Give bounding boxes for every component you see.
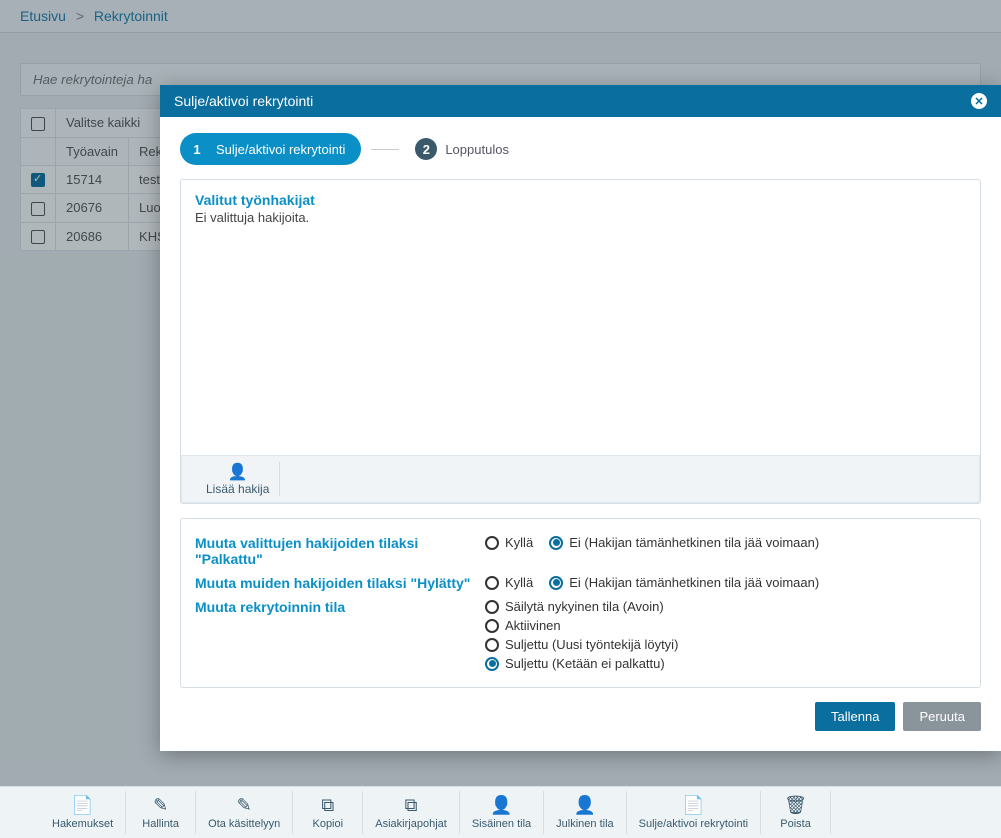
step-label: Sulje/aktivoi rekrytointi xyxy=(216,142,345,157)
internal-icon: 👤 xyxy=(472,795,531,816)
radio-icon xyxy=(549,576,563,590)
radio-icon xyxy=(485,576,499,590)
applicants-heading: Valitut työnhakijat xyxy=(195,192,966,208)
wizard-steps: 1 Sulje/aktivoi rekrytointi 2 Lopputulos xyxy=(180,133,981,165)
radio-icon xyxy=(485,600,499,614)
cancel-button[interactable]: Peruuta xyxy=(903,702,981,731)
edit-icon: ✎ xyxy=(138,795,183,816)
radio-rejected-no[interactable]: Ei (Hakijan tämänhetkinen tila jää voima… xyxy=(549,575,819,590)
step-number: 2 xyxy=(415,138,437,160)
tool-asiakirjapohjat[interactable]: ⧉ Asiakirjapohjat xyxy=(363,791,460,834)
radio-hired-yes[interactable]: Kyllä xyxy=(485,535,533,550)
modal-title: Sulje/aktivoi rekrytointi xyxy=(174,93,313,109)
tool-hallinta[interactable]: ✎ Hallinta xyxy=(126,791,196,834)
step-connector xyxy=(371,149,399,150)
radio-status-closed-found[interactable]: Suljettu (Uusi työntekijä löytyi) xyxy=(485,637,678,652)
tool-ota-kasittelyyn[interactable]: ✎ Ota käsittelyyn xyxy=(196,791,293,834)
radio-status-closed-none[interactable]: Suljettu (Ketään ei palkattu) xyxy=(485,656,678,671)
add-applicant-button[interactable]: 👤 Lisää hakija xyxy=(196,462,280,496)
form-label-rejected: Muuta muiden hakijoiden tilaksi "Hylätty… xyxy=(195,575,485,591)
tool-sisainen-tila[interactable]: 👤 Sisäinen tila xyxy=(460,791,544,834)
radio-status-active[interactable]: Aktiivinen xyxy=(485,618,678,633)
applicants-empty-text: Ei valittuja hakijoita. xyxy=(195,210,966,225)
wizard-step-2[interactable]: 2 Lopputulos xyxy=(409,133,525,165)
step-number: 1 xyxy=(186,138,208,160)
radio-icon xyxy=(549,536,563,550)
close-activate-icon: 📄 xyxy=(639,795,748,816)
tool-sulje-aktivoi[interactable]: 📄 Sulje/aktivoi rekrytointi xyxy=(627,791,761,834)
step-label: Lopputulos xyxy=(445,142,509,157)
public-icon: 👤 xyxy=(556,795,613,816)
radio-icon xyxy=(485,619,499,633)
form-label-hired: Muuta valittujen hakijoiden tilaksi "Pal… xyxy=(195,535,485,567)
form-section: Muuta valittujen hakijoiden tilaksi "Pal… xyxy=(180,518,981,688)
tool-kopioi[interactable]: ⧉ Kopioi xyxy=(293,791,363,834)
delete-icon: 🗑 xyxy=(773,795,818,816)
process-icon: ✎ xyxy=(208,795,280,816)
radio-status-keep[interactable]: Säilytä nykyinen tila (Avoin) xyxy=(485,599,678,614)
close-activate-modal: Sulje/aktivoi rekrytointi ✕ 1 Sulje/akti… xyxy=(160,85,1001,751)
bottom-toolbar: 📄 Hakemukset ✎ Hallinta ✎ Ota käsittelyy… xyxy=(0,786,1001,838)
templates-icon: ⧉ xyxy=(375,795,447,816)
radio-rejected-yes[interactable]: Kyllä xyxy=(485,575,533,590)
radio-icon xyxy=(485,536,499,550)
copy-icon: ⧉ xyxy=(305,795,350,816)
wizard-step-1[interactable]: 1 Sulje/aktivoi rekrytointi xyxy=(180,133,361,165)
add-applicant-label: Lisää hakija xyxy=(206,482,269,496)
close-icon[interactable]: ✕ xyxy=(971,93,987,109)
save-button[interactable]: Tallenna xyxy=(815,702,895,731)
radio-icon xyxy=(485,657,499,671)
add-user-icon: 👤 xyxy=(206,462,269,482)
document-icon: 📄 xyxy=(52,795,113,816)
radio-hired-no[interactable]: Ei (Hakijan tämänhetkinen tila jää voima… xyxy=(549,535,819,550)
radio-icon xyxy=(485,638,499,652)
tool-julkinen-tila[interactable]: 👤 Julkinen tila xyxy=(544,791,626,834)
tool-hakemukset[interactable]: 📄 Hakemukset xyxy=(40,791,126,834)
form-label-status: Muuta rekrytoinnin tila xyxy=(195,599,485,615)
applicants-panel: Valitut työnhakijat Ei valittuja hakijoi… xyxy=(180,179,981,504)
tool-poista[interactable]: 🗑 Poista xyxy=(761,791,831,834)
